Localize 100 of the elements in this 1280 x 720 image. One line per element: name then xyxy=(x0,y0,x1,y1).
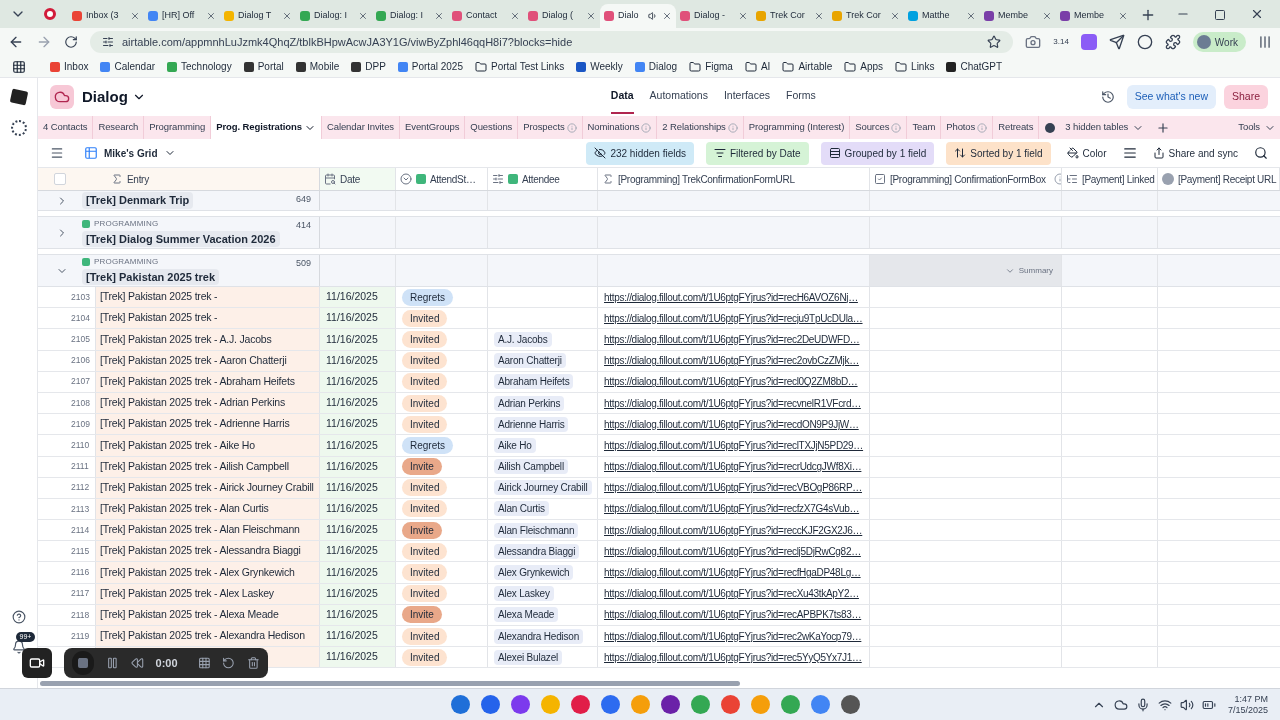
table-tab[interactable]: Team xyxy=(907,116,942,139)
bookmark[interactable]: Links xyxy=(895,59,935,74)
view-option-button[interactable]: 232 hidden fields xyxy=(586,141,694,165)
url-link[interactable]: https://dialog.fillout.com/t/1U6ptgFYjrus?id=recrUdcgJWf8Xi… xyxy=(604,459,862,475)
browser-tab[interactable]: Dialog - xyxy=(676,4,752,28)
bookmark[interactable]: Calendar xyxy=(100,59,156,74)
share-sync-button[interactable]: Share and sync xyxy=(1148,145,1242,161)
app-icon[interactable] xyxy=(601,695,621,714)
url-link[interactable]: https://dialog.fillout.com/t/1U6ptgFYjrus?id=recH6AVOZ6Nj… xyxy=(604,289,858,305)
table-tab[interactable]: Retreats xyxy=(993,116,1040,139)
close-icon[interactable] xyxy=(434,11,444,21)
close-icon[interactable] xyxy=(662,11,672,21)
browser-tab[interactable]: Membe xyxy=(1056,4,1132,28)
close-icon[interactable] xyxy=(1250,7,1264,21)
column-header[interactable]: AttendSt… xyxy=(400,171,476,187)
bookmark[interactable]: Technology xyxy=(167,59,232,74)
bookmark[interactable]: Weekly xyxy=(576,59,623,74)
browser-tab[interactable]: Inbox (3 xyxy=(68,4,144,28)
clock[interactable]: 1:47 PM 7/15/2025 xyxy=(1227,693,1268,716)
record-icon[interactable] xyxy=(44,8,56,20)
back-icon[interactable] xyxy=(8,34,24,50)
search-icon[interactable] xyxy=(1254,146,1268,160)
logo-icon[interactable] xyxy=(9,88,28,106)
circle-icon[interactable] xyxy=(1136,34,1153,50)
new-tab-icon[interactable] xyxy=(1140,7,1156,23)
bookmark[interactable]: Airtable xyxy=(782,59,833,74)
restart-icon[interactable] xyxy=(222,656,236,670)
url-link[interactable]: https://dialog.fillout.com/t/1U6ptgFYjrus?id=reccKJF2GX2J6… xyxy=(604,522,863,538)
extension-icon[interactable] xyxy=(1080,34,1097,50)
nav-tab[interactable]: Automations xyxy=(649,80,708,114)
url-link[interactable]: https://dialog.fillout.com/t/1U6ptgFYjrus?id=recfHgaDP48Lg… xyxy=(604,565,861,581)
browser-tab[interactable]: Trek Cor xyxy=(828,4,904,28)
url-link[interactable]: https://dialog.fillout.com/t/1U6ptgFYjrus?id=rec2wKaYocp79… xyxy=(604,628,862,644)
column-header[interactable]: [Programming] ConfirmationFormBox xyxy=(874,171,1061,187)
app-icon[interactable] xyxy=(511,695,531,714)
whats-new-button[interactable]: See what's new xyxy=(1126,85,1216,109)
url-link[interactable]: https://dialog.fillout.com/t/1U6ptgFYjrus?id=recAPBPK7ts83… xyxy=(604,607,862,623)
url-link[interactable]: https://dialog.fillout.com/t/1U6ptgFYjrus?id=recju9TpUcDUla… xyxy=(604,310,863,326)
url-link[interactable]: https://dialog.fillout.com/t/1U6ptgFYjrus?id=recfzX7G4sVub… xyxy=(604,501,860,517)
extension-badge[interactable]: 3.14 xyxy=(1053,38,1069,46)
nav-tab[interactable]: Data xyxy=(610,80,634,114)
close-icon[interactable] xyxy=(586,11,596,21)
bookmark[interactable]: AI xyxy=(744,59,771,74)
address-field[interactable]: airtable.com/appmnhLuJzmk4QhqZ/tblkBHpwAcwJA3Y1G/viwByZphl46qqH8i7?blocks=hide xyxy=(90,31,1014,53)
column-header[interactable]: [Payment] Receipt URL xyxy=(1162,171,1277,187)
bookmark[interactable]: DPP xyxy=(351,59,386,74)
bookmark[interactable]: Portal xyxy=(243,59,284,74)
profile-button[interactable]: Work xyxy=(1192,32,1246,52)
rewind-icon[interactable] xyxy=(130,656,144,670)
table-tab[interactable]: Research xyxy=(93,116,145,139)
close-icon[interactable] xyxy=(738,11,748,21)
view-option-button[interactable]: Sorted by 1 field xyxy=(946,141,1051,165)
app-icon[interactable] xyxy=(661,695,681,714)
camera-button[interactable] xyxy=(22,648,52,678)
url-link[interactable]: https://dialog.fillout.com/t/1U6ptgFYjrus?id=recl0Q2ZM8bD… xyxy=(604,374,858,390)
color-button[interactable]: Color xyxy=(1062,145,1111,161)
bookmark[interactable]: Figma xyxy=(689,59,733,74)
send-icon[interactable] xyxy=(1108,34,1125,50)
nav-tab[interactable]: Forms xyxy=(786,80,816,114)
table-tab[interactable]: Calendar Invites xyxy=(321,116,400,139)
select-all-checkbox[interactable] xyxy=(54,173,66,185)
camera-icon[interactable] xyxy=(1025,34,1042,50)
horizontal-scrollbar[interactable] xyxy=(40,680,740,686)
app-icon[interactable] xyxy=(721,695,741,714)
menu-icon[interactable] xyxy=(50,146,64,160)
view-option-button[interactable]: Filtered by Date xyxy=(706,141,809,165)
url-link[interactable]: https://dialog.fillout.com/t/1U6ptgFYjrus?id=rec2DeUDWFD… xyxy=(604,331,860,347)
notifications-icon[interactable] xyxy=(11,640,26,654)
column-header[interactable]: Attendee xyxy=(492,171,560,187)
reload-icon[interactable] xyxy=(64,35,78,49)
table-tab[interactable]: 4 Contacts xyxy=(38,116,94,139)
menu-icon[interactable] xyxy=(1258,35,1272,49)
browser-tab[interactable]: Dialog ( xyxy=(524,4,600,28)
wifi-icon[interactable] xyxy=(1157,697,1172,712)
extensions-icon[interactable] xyxy=(1164,34,1181,50)
site-settings-icon[interactable] xyxy=(102,36,114,48)
close-icon[interactable] xyxy=(510,11,520,21)
browser-tab[interactable]: Dialo xyxy=(600,4,676,28)
browser-tab[interactable]: [HR] Off xyxy=(144,4,220,28)
table-tab[interactable]: EventGroups xyxy=(400,116,466,139)
close-icon[interactable] xyxy=(282,11,292,21)
nav-tab[interactable]: Interfaces xyxy=(723,80,771,114)
column-header[interactable]: [Payment] Linked xyxy=(1066,171,1155,187)
close-icon[interactable] xyxy=(814,11,824,21)
trash-icon[interactable] xyxy=(247,656,260,670)
table-tab[interactable]: Sources xyxy=(850,116,908,139)
table-tab[interactable]: Questions xyxy=(465,116,519,139)
history-icon[interactable] xyxy=(1100,90,1115,104)
browser-tab[interactable]: Contact xyxy=(448,4,524,28)
table-tab[interactable]: Prospects xyxy=(518,116,583,139)
speaker-icon[interactable] xyxy=(1179,697,1194,712)
close-icon[interactable] xyxy=(890,11,900,21)
browser-tab[interactable]: Membe xyxy=(980,4,1056,28)
hidden-tables-button[interactable]: 3 hidden tables xyxy=(1061,120,1149,135)
app-icon[interactable] xyxy=(481,695,501,714)
bookmark-star-icon[interactable] xyxy=(987,35,1002,49)
app-icon[interactable] xyxy=(451,695,471,714)
table-tab[interactable]: Nominations xyxy=(582,116,658,139)
view-name-button[interactable]: Mike's Grid xyxy=(84,145,176,161)
table-tab[interactable]: 2 Relationships xyxy=(657,116,744,139)
